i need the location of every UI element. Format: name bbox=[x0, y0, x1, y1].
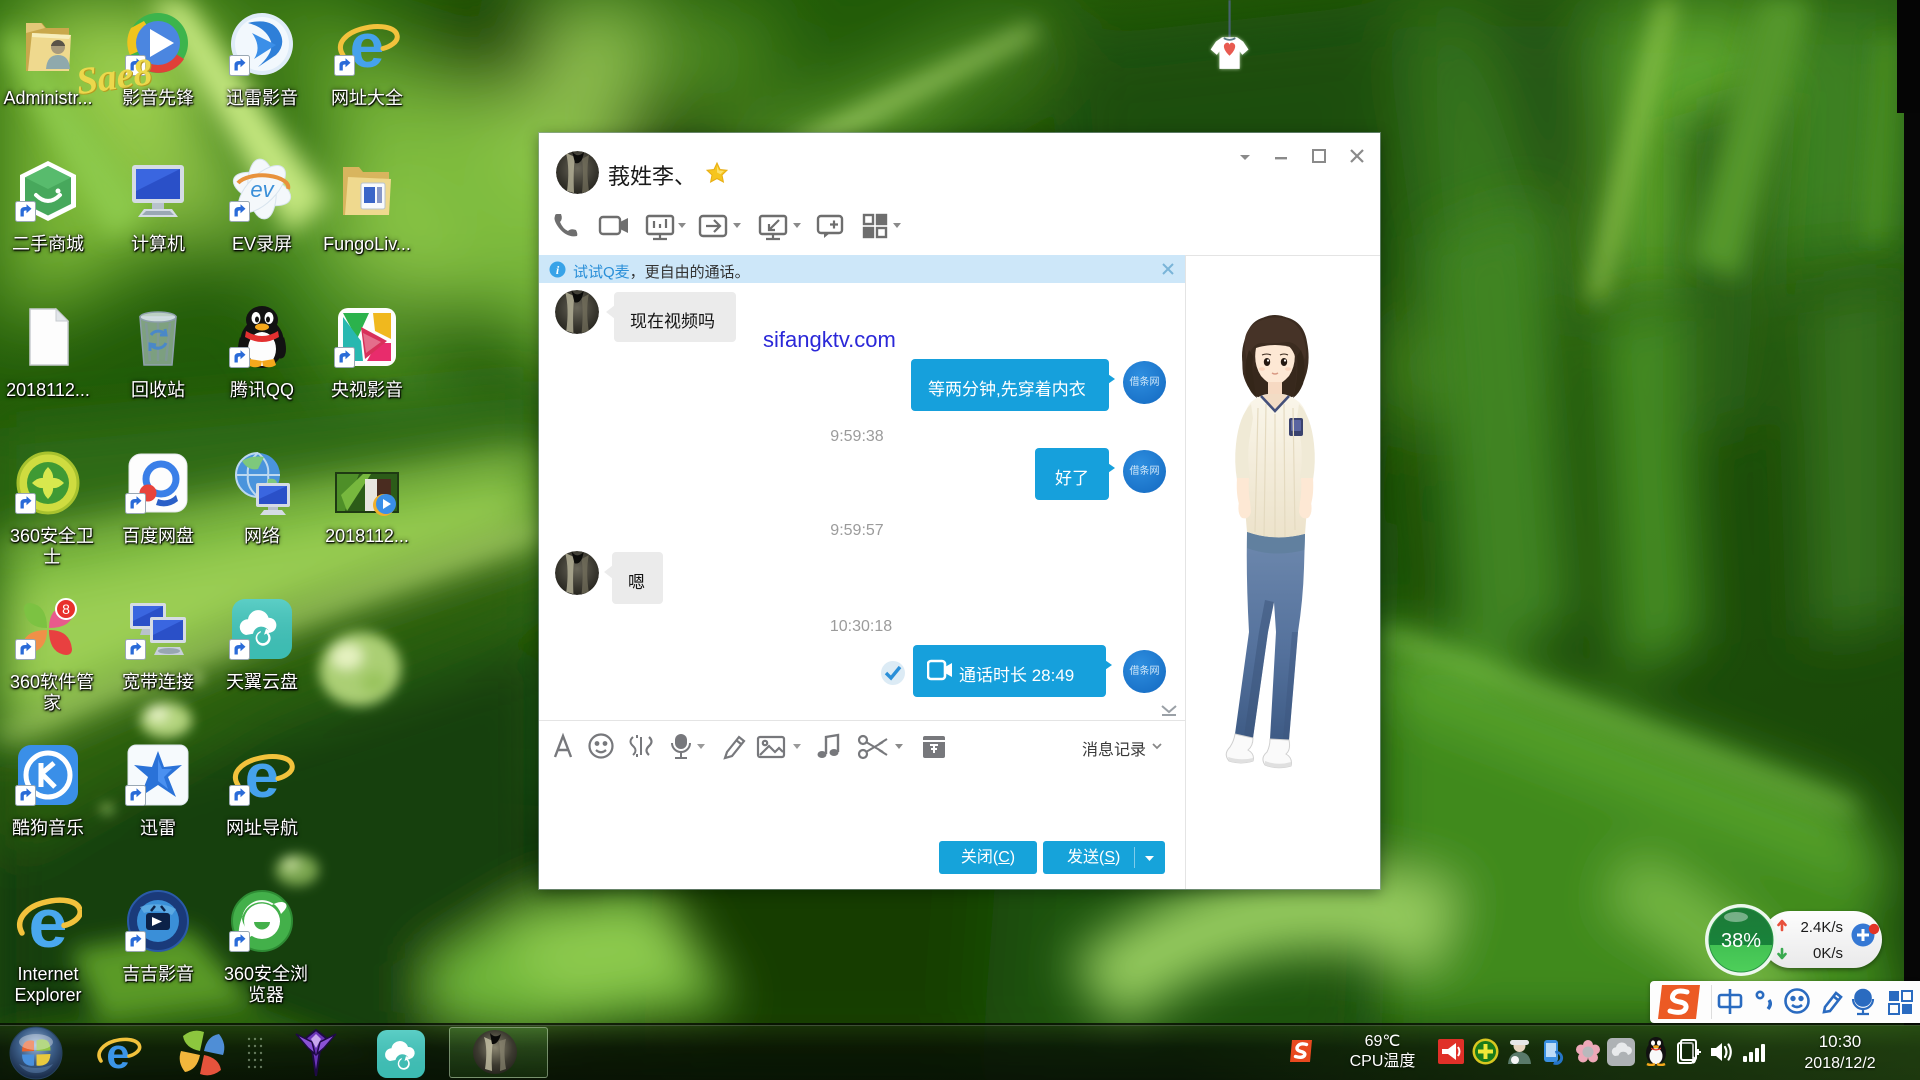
svg-text:e: e bbox=[106, 1030, 129, 1076]
svg-text:0K/s: 0K/s bbox=[1813, 945, 1843, 962]
svg-text:8: 8 bbox=[62, 601, 70, 617]
svg-text:2.4K/s: 2.4K/s bbox=[1800, 919, 1843, 936]
svg-text:38%: 38% bbox=[1721, 930, 1761, 952]
svg-text:e: e bbox=[29, 887, 68, 955]
svg-text:ev: ev bbox=[250, 177, 275, 202]
